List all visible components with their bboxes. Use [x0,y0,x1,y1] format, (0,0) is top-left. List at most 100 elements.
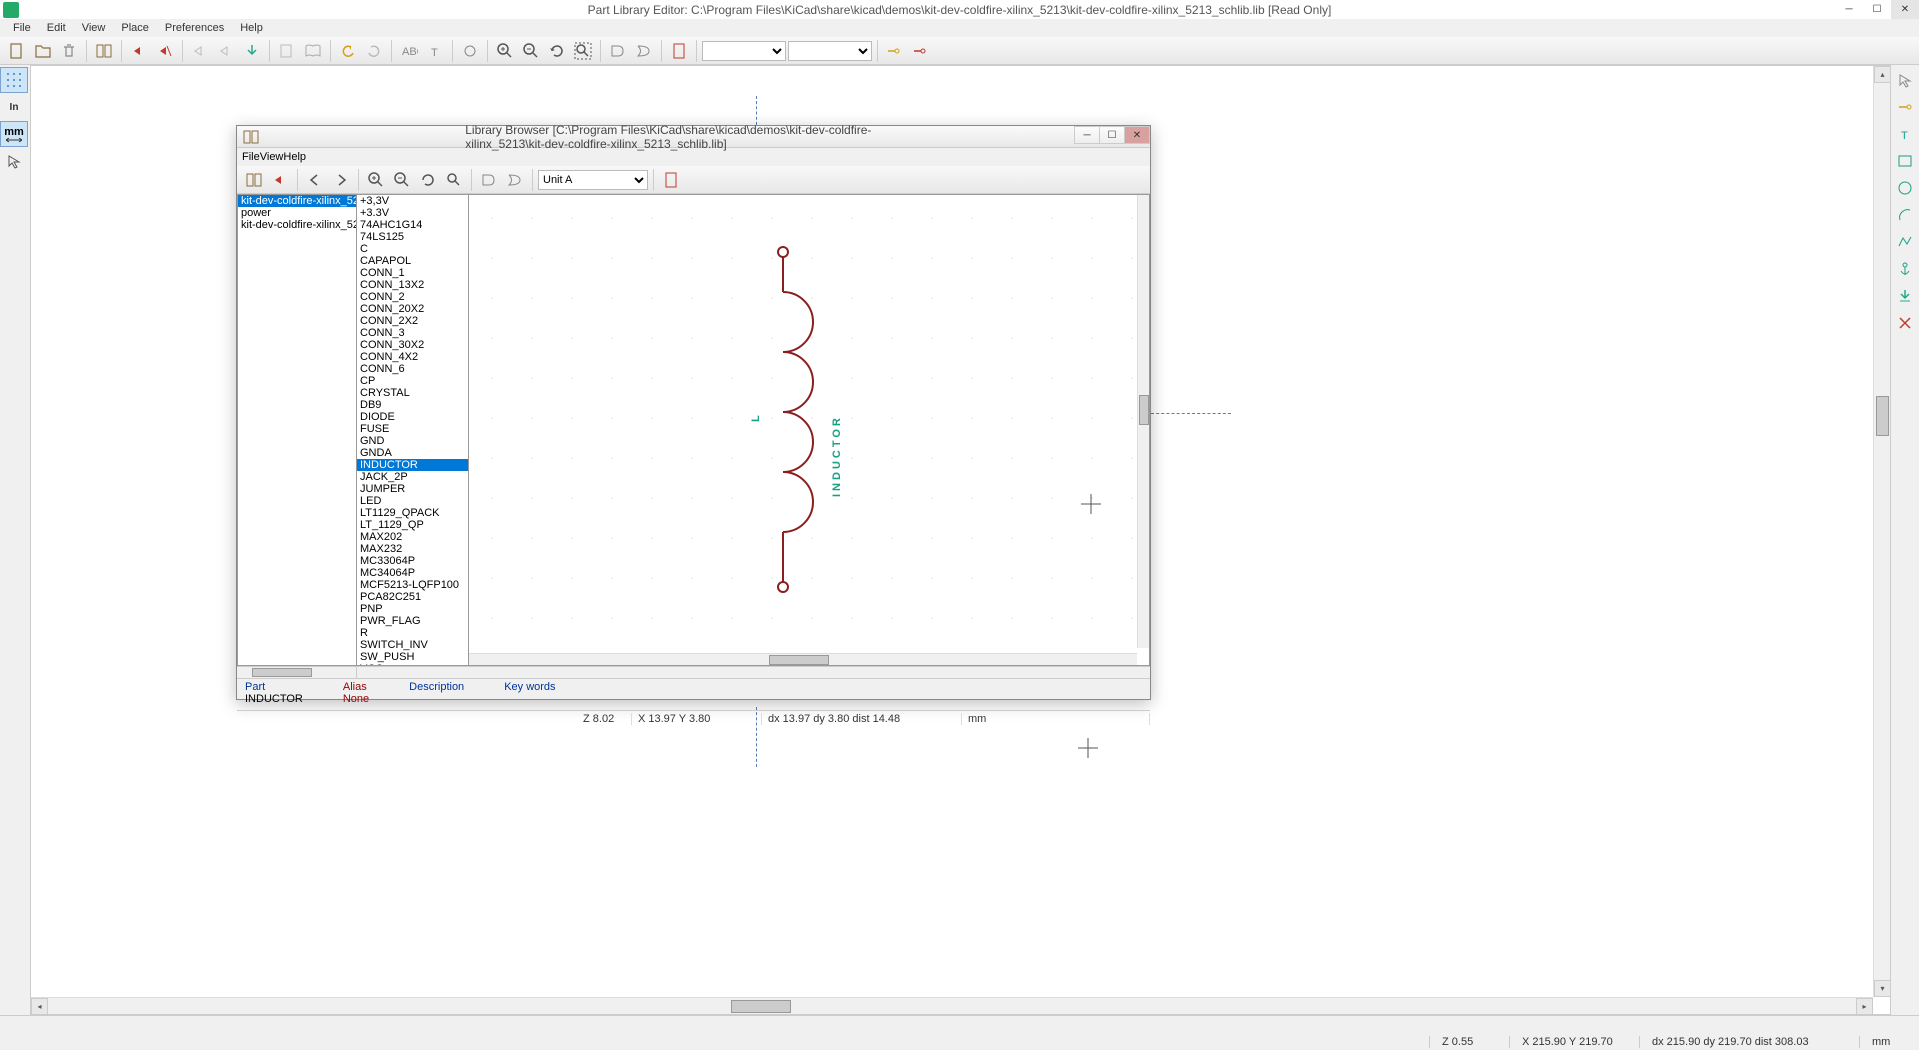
component-list-item[interactable]: MC33064P [357,555,468,567]
component-list-item[interactable]: 74AHC1G14 [357,219,468,231]
component-list-item[interactable]: C [357,243,468,255]
rect-tool-icon[interactable] [1891,148,1919,174]
new-part-icon[interactable] [5,39,29,63]
grid-toggle-icon[interactable] [0,67,28,93]
menu-view[interactable]: View [74,20,114,36]
menu-help[interactable]: Help [232,20,271,36]
browser-prev-icon[interactable] [303,168,327,192]
library-list[interactable]: kit-dev-coldfire-xilinx_5213powerkit-dev… [237,194,357,666]
browser-maximize-button[interactable]: ☐ [1099,126,1125,144]
save-icon[interactable] [188,39,212,63]
circle-tool-icon[interactable] [1891,175,1919,201]
delete-tool-icon[interactable] [1891,310,1919,336]
library-list-item[interactable]: kit-dev-coldfire-xilinx_5213 [238,195,356,207]
browser-canvas[interactable]: L INDUCTOR [469,194,1150,666]
zoom-in-icon[interactable] [493,39,517,63]
component-list-item[interactable]: JACK_2P [357,471,468,483]
maximize-button[interactable]: ☐ [1863,0,1891,19]
browser-unit-select[interactable]: Unit A [538,170,648,190]
component-list-item[interactable]: CP [357,375,468,387]
polyline-tool-icon[interactable] [1891,229,1919,255]
browser-zoom-redraw-icon[interactable] [416,168,440,192]
load-part-icon[interactable] [153,39,177,63]
component-list-item[interactable]: PNP [357,603,468,615]
menu-place[interactable]: Place [113,20,157,36]
unit-inch-button[interactable]: In [0,94,28,120]
browser-insert-icon[interactable] [268,168,292,192]
pin-edit-icon[interactable] [883,39,907,63]
component-list-item[interactable]: +3,3V [357,195,468,207]
library-list-item[interactable]: power [238,207,356,219]
component-list-item[interactable]: JUMPER [357,483,468,495]
datasheet-icon[interactable] [667,39,691,63]
add-part-icon[interactable] [127,39,151,63]
component-list-item[interactable]: R [357,627,468,639]
browser-menu-view[interactable]: View [260,151,284,163]
zoom-out-icon[interactable] [519,39,543,63]
component-list-item[interactable]: MCF5213-LQFP100 [357,579,468,591]
component-list-item[interactable]: CONN_4X2 [357,351,468,363]
main-hscrollbar[interactable]: ◂ ▸ [31,997,1873,1014]
open-book-icon[interactable] [301,39,325,63]
demorgan-std-icon[interactable] [606,39,630,63]
lib-list-hscroll[interactable] [237,666,1150,678]
anchor-tool-icon[interactable] [1891,256,1919,282]
alias-select[interactable] [788,41,872,61]
paste-icon[interactable] [275,39,299,63]
pin-table-icon[interactable] [909,39,933,63]
zoom-fit-icon[interactable] [571,39,595,63]
browser-menu-file[interactable]: File [242,151,260,163]
component-list-item[interactable]: CONN_2 [357,291,468,303]
component-list-item[interactable]: INDUCTOR [357,459,468,471]
trash-icon[interactable] [57,39,81,63]
browser-titlebar[interactable]: Library Browser [C:\Program Files\KiCad\… [237,126,1150,148]
part-select[interactable] [702,41,786,61]
component-list-item[interactable]: MC34064P [357,567,468,579]
import-icon[interactable] [214,39,238,63]
erc-icon[interactable] [458,39,482,63]
text-tool-icon[interactable]: T [1891,121,1919,147]
import-graphics-icon[interactable] [1891,283,1919,309]
library-list-item[interactable]: kit-dev-coldfire-xilinx_5213- [238,219,356,231]
browser-demorgan-std-icon[interactable] [477,168,501,192]
component-list-item[interactable]: CONN_30X2 [357,339,468,351]
cursor-shape-icon[interactable] [0,148,28,174]
export-icon[interactable] [240,39,264,63]
component-list-item[interactable]: LED [357,495,468,507]
browser-datasheet-icon[interactable] [659,168,683,192]
browser-menu-help[interactable]: Help [283,151,306,163]
component-list-item[interactable]: CONN_6 [357,363,468,375]
component-list-item[interactable]: +3.3V [357,207,468,219]
component-list-item[interactable]: SWITCH_INV [357,639,468,651]
redo-icon[interactable] [362,39,386,63]
pin-tool-icon[interactable] [1891,94,1919,120]
component-list-item[interactable]: LT1129_QPACK [357,507,468,519]
browser-lib-icon[interactable] [242,168,266,192]
library-browser-icon[interactable] [92,39,116,63]
browser-zoom-fit-icon[interactable] [442,168,466,192]
unit-mm-button[interactable]: mm [0,121,28,147]
browser-zoom-out-icon[interactable] [390,168,414,192]
browser-hscrollbar[interactable] [469,653,1137,665]
component-list-item[interactable]: CONN_3 [357,327,468,339]
text-icon[interactable]: T [423,39,447,63]
component-list-item[interactable]: DIODE [357,411,468,423]
component-list-item[interactable]: CONN_13X2 [357,279,468,291]
undo-icon[interactable] [336,39,360,63]
menu-edit[interactable]: Edit [39,20,74,36]
component-list-item[interactable]: CRYSTAL [357,387,468,399]
browser-vscrollbar[interactable] [1137,195,1149,648]
browser-close-button[interactable]: ✕ [1124,126,1150,144]
component-list-item[interactable]: CONN_2X2 [357,315,468,327]
component-list-item[interactable]: CONN_1 [357,267,468,279]
component-list-item[interactable]: 74LS125 [357,231,468,243]
component-list-item[interactable]: MAX202 [357,531,468,543]
component-list-item[interactable]: DB9 [357,399,468,411]
browser-next-icon[interactable] [329,168,353,192]
open-library-icon[interactable] [31,39,55,63]
arc-tool-icon[interactable] [1891,202,1919,228]
select-tool-icon[interactable] [1891,67,1919,93]
component-list-item[interactable]: CAPAPOL [357,255,468,267]
browser-minimize-button[interactable]: ─ [1074,126,1100,144]
component-list-item[interactable]: FUSE [357,423,468,435]
